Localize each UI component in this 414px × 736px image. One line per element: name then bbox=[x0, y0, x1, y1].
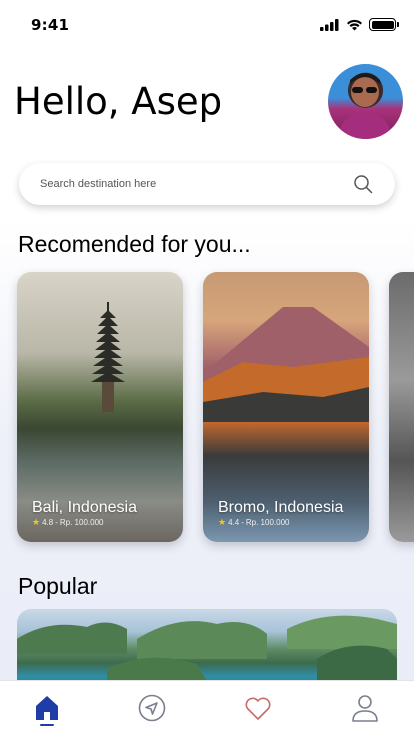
home-icon[interactable] bbox=[32, 693, 62, 723]
card-title: Bali, Indonesia bbox=[32, 499, 137, 516]
greeting-title: Hello, Asep bbox=[14, 80, 223, 123]
mountain-image bbox=[203, 307, 369, 422]
destination-card-partial[interactable] bbox=[389, 272, 414, 542]
card-rating: 4.8 bbox=[42, 518, 54, 527]
signal-icon bbox=[320, 18, 339, 31]
navigation-icon[interactable] bbox=[137, 693, 167, 723]
card-rating: 4.4 bbox=[228, 518, 240, 527]
destination-card-bali[interactable]: Bali, Indonesia ★ 4.8 - Rp. 100.000 bbox=[17, 272, 183, 542]
card-separator: - bbox=[241, 518, 244, 527]
wifi-icon bbox=[347, 19, 362, 30]
search-input[interactable] bbox=[40, 163, 340, 205]
card-meta: ★ 4.8 - Rp. 100.000 bbox=[32, 517, 103, 528]
search-bar[interactable] bbox=[19, 163, 395, 205]
card-price: Rp. 100.000 bbox=[245, 518, 290, 527]
card-price: Rp. 100.000 bbox=[59, 518, 104, 527]
card-separator: - bbox=[55, 518, 58, 527]
status-bar: 9:41 bbox=[0, 0, 414, 44]
popular-title: Popular bbox=[18, 573, 98, 599]
status-time: 9:41 bbox=[31, 16, 70, 34]
card-meta: ★ 4.4 - Rp. 100.000 bbox=[218, 517, 289, 528]
search-icon[interactable] bbox=[353, 174, 373, 194]
bottom-nav bbox=[0, 680, 414, 736]
pagoda-image bbox=[91, 302, 125, 412]
star-icon: ★ bbox=[32, 517, 41, 527]
heart-icon[interactable] bbox=[243, 693, 273, 723]
star-icon: ★ bbox=[218, 517, 227, 527]
status-icons bbox=[320, 18, 399, 31]
destination-card-bromo[interactable]: Bromo, Indonesia ★ 4.4 - Rp. 100.000 bbox=[203, 272, 369, 542]
user-icon[interactable] bbox=[350, 693, 380, 723]
recommended-title: Recomended for you... bbox=[18, 231, 251, 257]
avatar[interactable] bbox=[328, 64, 403, 139]
active-tab-indicator bbox=[40, 724, 54, 726]
card-title: Bromo, Indonesia bbox=[218, 499, 344, 516]
avatar-face-icon bbox=[338, 73, 392, 139]
battery-icon bbox=[369, 18, 399, 31]
